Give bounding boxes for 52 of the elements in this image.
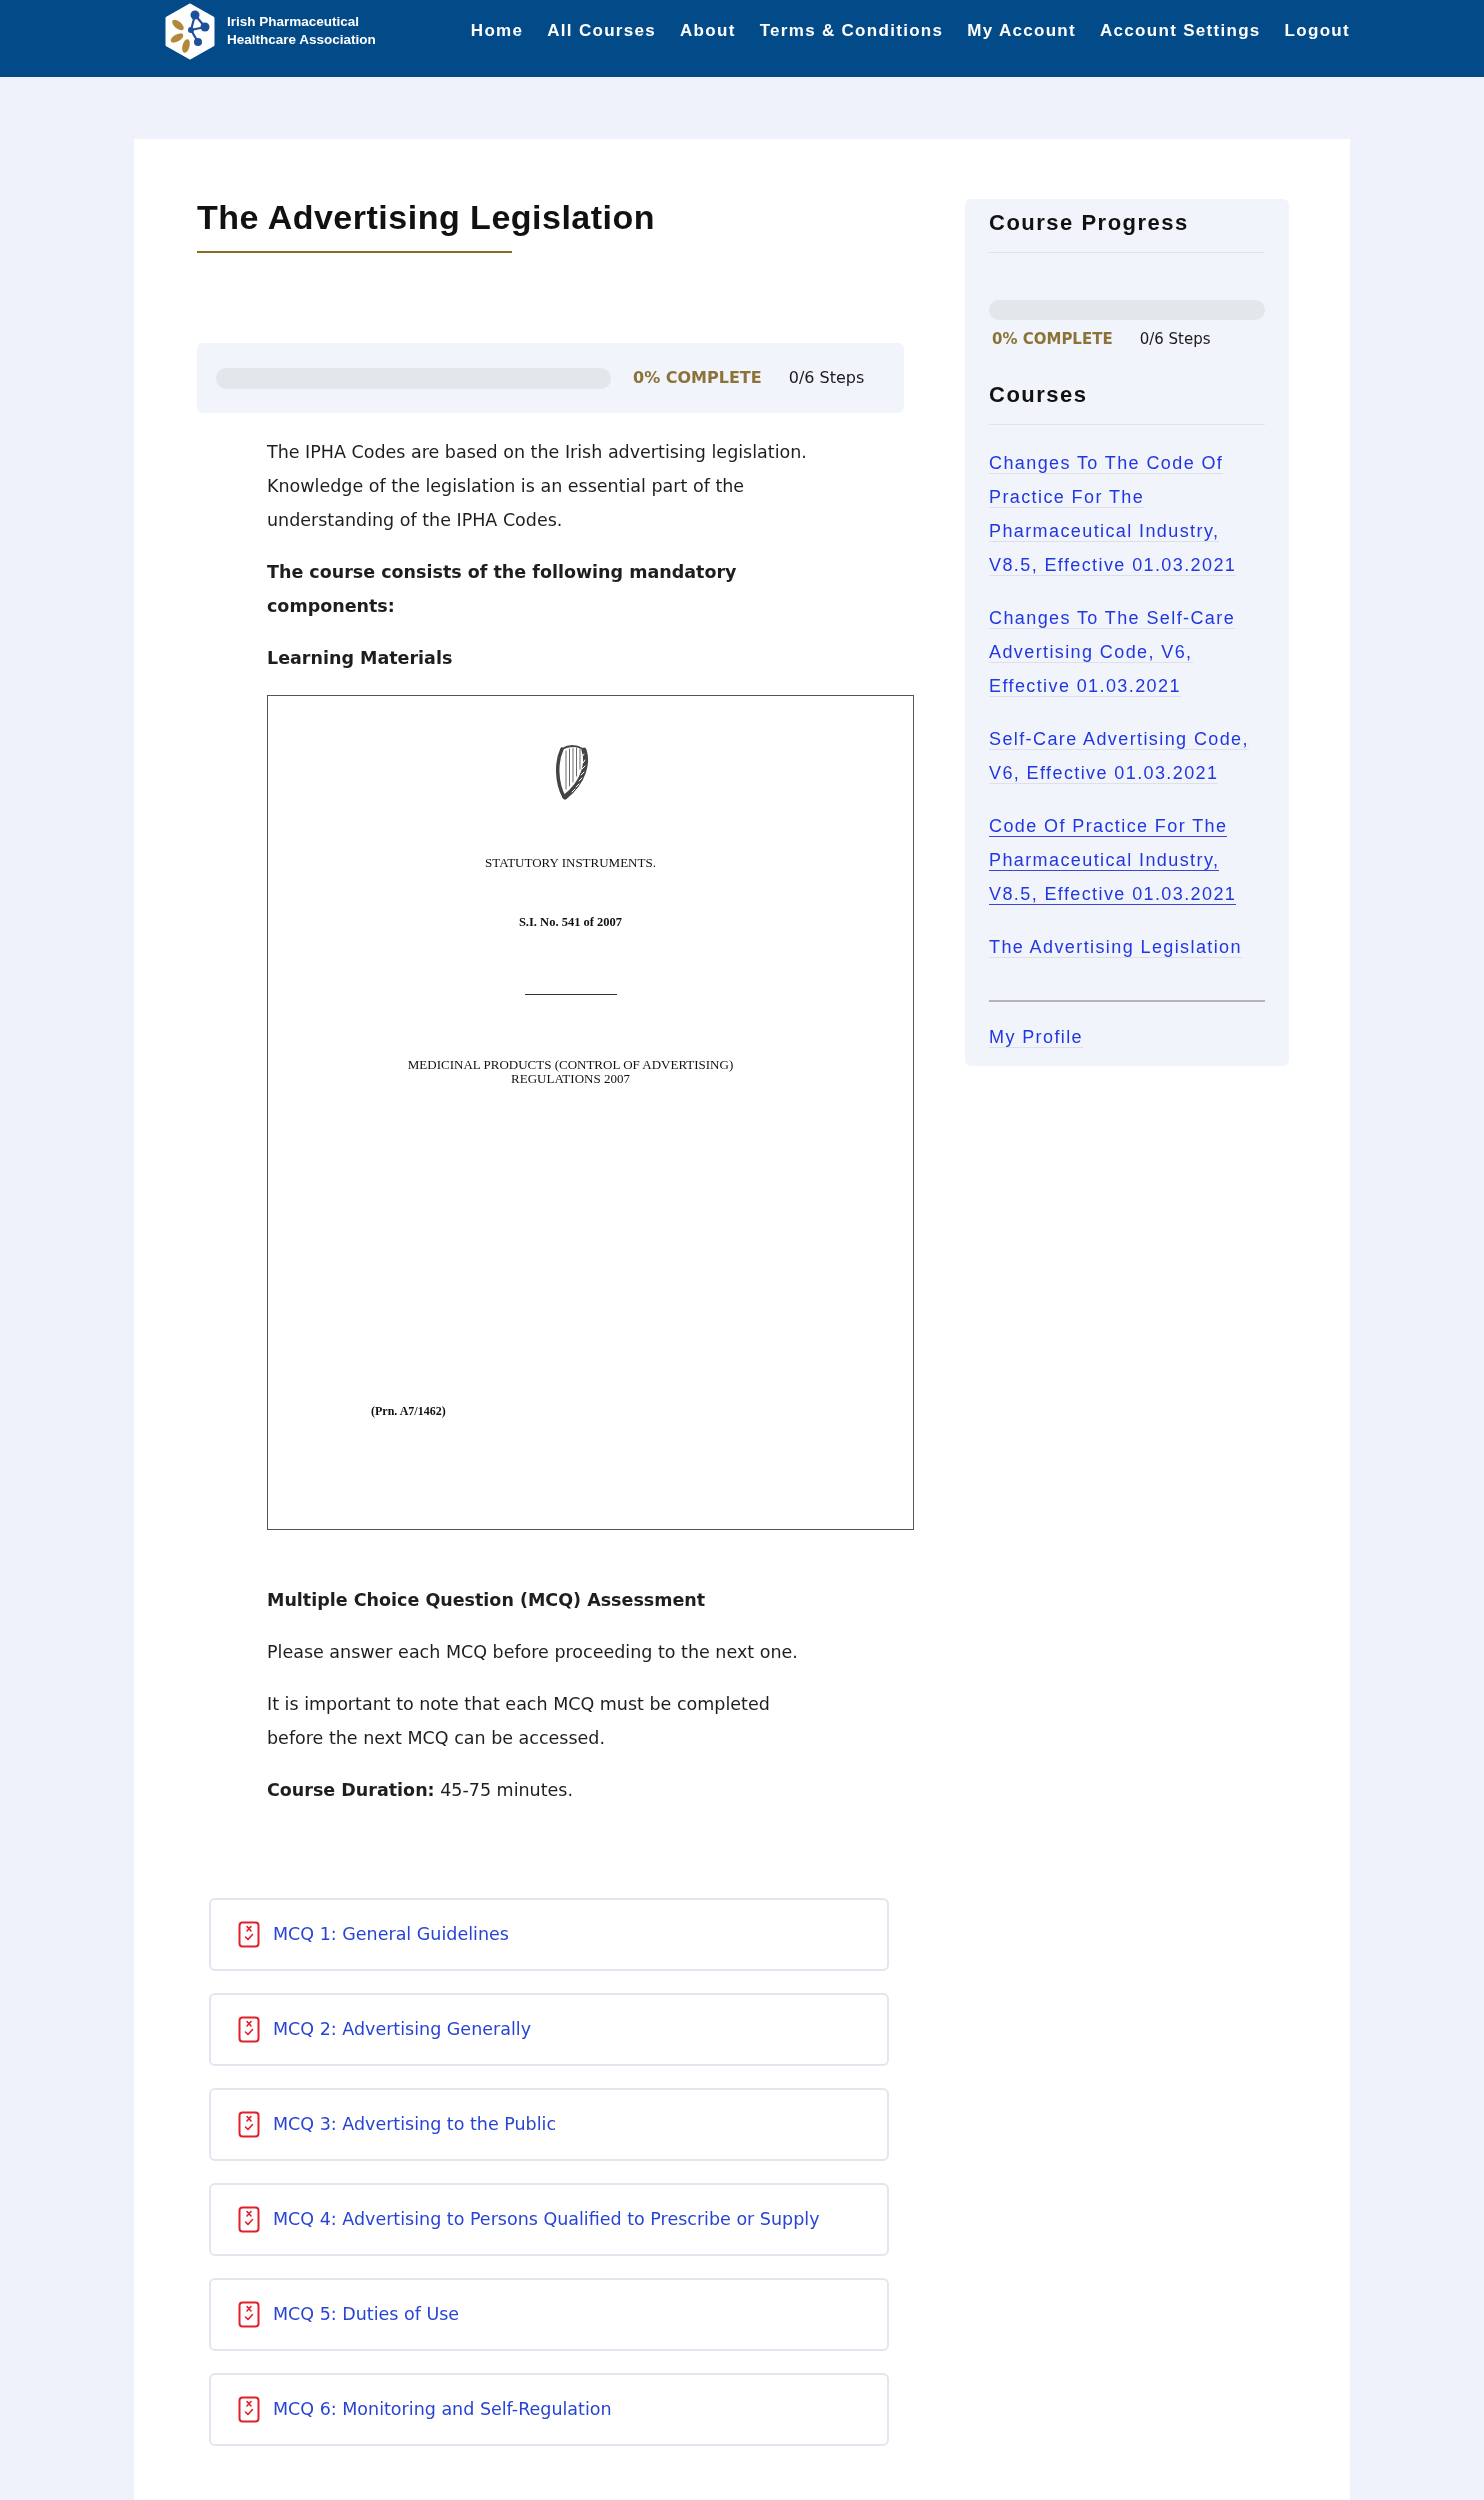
logo-text: Irish Pharmaceutical (227, 13, 361, 31)
lesson-title: MCQ 2: Advertising Generally (273, 2018, 531, 2042)
progress-percent: 0% COMPLETE (992, 329, 1113, 350)
course-link[interactable]: Changes To The Code Of Practice For The Pharmaceutical Industry, V8.5, Effective 01.03.2021 (989, 445, 1265, 582)
lesson-item[interactable]: MCQ 2: Advertising Generally (209, 1993, 889, 2066)
course-link[interactable]: Changes To The Self-Care Advertising Code, V6, Effective 01.03.2021 (989, 600, 1265, 703)
nav-link[interactable]: About (680, 18, 736, 44)
checklist-icon (238, 1921, 260, 1948)
lesson-title: MCQ 3: Advertising to the Public (273, 2113, 556, 2137)
paragraph: The IPHA Codes are based on the Irish advertising legislation. Knowledge of the legislation is an essential part of the understanding of the IPHA Codes. (267, 441, 808, 532)
lesson-title: MCQ 1: General Guidelines (273, 1923, 509, 1947)
paragraph: It is important to note that each MCQ must be completed before the next MCQ can be accessed. (267, 1693, 771, 1750)
lesson-title: MCQ 4: Advertising to Persons Qualified to Prescribe or Supply (273, 2208, 820, 2232)
nav-link[interactable]: Logout (1284, 18, 1350, 44)
sidebar-heading: Course Progress (989, 210, 1265, 253)
section-heading: The course consists of the following mandatory components: (267, 561, 738, 618)
section-heading: Multiple Choice Question (MCQ) Assessment (267, 1589, 706, 1612)
checklist-icon (238, 2016, 260, 2043)
nav-link[interactable]: Account Settings (1100, 18, 1261, 44)
checklist-icon (238, 2301, 260, 2328)
document-reference: (Prn. A7/1462) (371, 1404, 446, 1418)
lesson-title: MCQ 5: Duties of Use (273, 2303, 460, 2327)
page-title: The Advertising Legislation (197, 197, 656, 237)
paragraph: Please answer each MCQ before proceeding to the next one. (267, 1641, 798, 1664)
checklist-icon (238, 2206, 260, 2233)
lesson-item[interactable]: MCQ 1: General Guidelines (209, 1898, 889, 1971)
progress-percent: 0% COMPLETE (633, 367, 762, 389)
nav-link[interactable]: My Account (967, 18, 1076, 44)
checklist-icon (238, 2396, 260, 2423)
course-link[interactable]: Code Of Practice For The Pharmaceutical Industry, V8.5, Effective 01.03.2021 (989, 808, 1265, 911)
logo-text: Healthcare Association (227, 31, 376, 49)
nav-link[interactable]: Terms & Conditions (759, 18, 944, 44)
profile-link[interactable]: My Profile (989, 1019, 1083, 1054)
lesson-item[interactable]: MCQ 3: Advertising to the Public (209, 2088, 889, 2161)
logo-icon[interactable] (164, 2, 216, 60)
lesson-title: MCQ 6: Monitoring and Self-Regulation (273, 2398, 612, 2422)
document-number: S.I. No. 541 of 2007 (518, 915, 623, 930)
checklist-icon (238, 2111, 260, 2138)
course-link[interactable]: Self-Care Advertising Code, V6, Effective 01.03.2021 (989, 721, 1265, 790)
lesson-item[interactable]: MCQ 5: Duties of Use (209, 2278, 889, 2351)
document-title: MEDICINAL PRODUCTS (CONTROL OF ADVERTISING) REGULATIONS 2007 (406, 1058, 735, 1086)
nav-link[interactable]: All Courses (547, 18, 657, 44)
lesson-item[interactable]: MCQ 6: Monitoring and Self-Regulation (209, 2373, 889, 2446)
section-heading: Learning Materials (267, 647, 453, 670)
nav-link[interactable]: Home (470, 18, 524, 44)
progress-steps: 0/6 Steps (1139, 328, 1211, 351)
document-heading: STATUTORY INSTRUMENTS. (485, 855, 656, 870)
sidebar-heading: Courses (989, 380, 1265, 425)
lesson-item[interactable]: MCQ 4: Advertising to Persons Qualified to Prescribe or Supply (209, 2183, 889, 2256)
paragraph: Course Duration: 45-75 minutes. (267, 1779, 573, 1802)
course-link[interactable]: The Advertising Legislation (989, 929, 1242, 964)
progress-steps: 0/6 Steps (788, 366, 865, 390)
